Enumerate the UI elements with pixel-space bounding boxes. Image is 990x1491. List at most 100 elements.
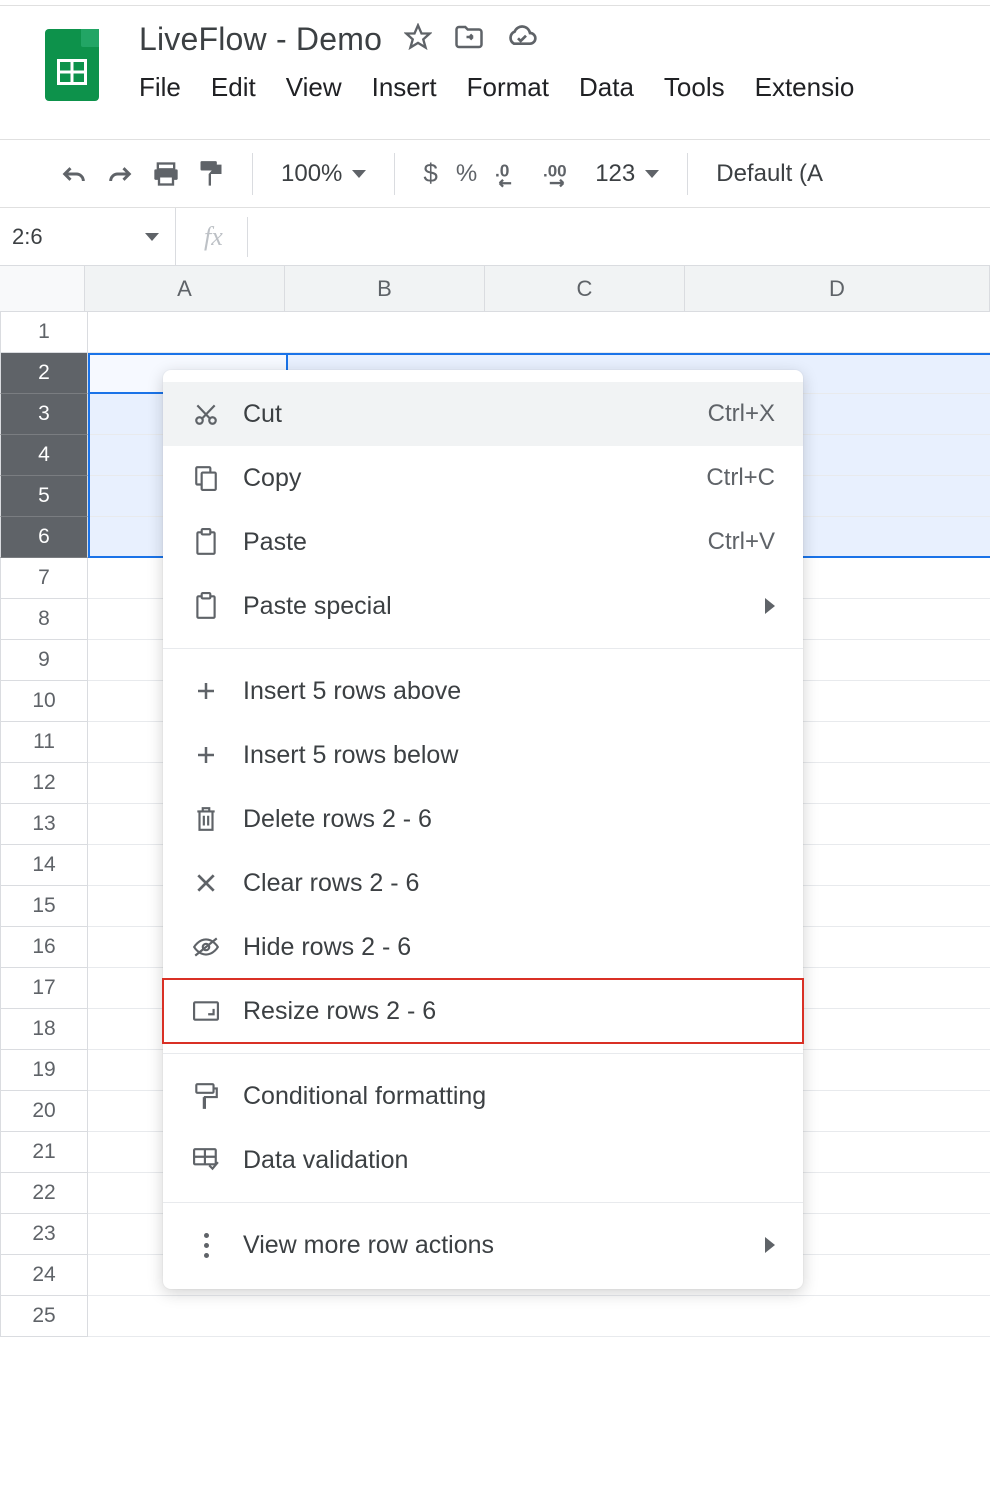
increase-decimal-icon[interactable]: .00 — [543, 160, 577, 188]
row-header[interactable]: 12 — [0, 763, 88, 804]
row-header[interactable]: 23 — [0, 1214, 88, 1255]
fx-icon: fx — [175, 208, 247, 265]
menu-format[interactable]: Format — [467, 72, 549, 103]
row-cells[interactable] — [88, 1296, 990, 1337]
row-header[interactable]: 14 — [0, 845, 88, 886]
menubar: File Edit View Insert Format Data Tools … — [139, 72, 854, 103]
row-1[interactable]: 1 — [0, 312, 990, 353]
menu-data[interactable]: Data — [579, 72, 634, 103]
ctx-data-validation[interactable]: Data validation — [163, 1128, 803, 1192]
column-header-b[interactable]: B — [285, 266, 485, 312]
row-cells[interactable] — [88, 312, 990, 353]
name-box[interactable]: 2:6 — [0, 208, 175, 265]
row-header[interactable]: 7 — [0, 558, 88, 599]
decrease-decimal-icon[interactable]: .0 — [495, 160, 525, 188]
row-header[interactable]: 17 — [0, 968, 88, 1009]
name-box-value: 2:6 — [12, 224, 43, 250]
row-header[interactable]: 25 — [0, 1296, 88, 1337]
row-header[interactable]: 16 — [0, 927, 88, 968]
move-to-folder-icon[interactable] — [454, 24, 484, 55]
row-header[interactable]: 9 — [0, 640, 88, 681]
column-headers[interactable]: A B C D — [85, 266, 990, 312]
row-25[interactable]: 25 — [0, 1296, 990, 1337]
row-header[interactable]: 21 — [0, 1132, 88, 1173]
row-header[interactable]: 4 — [0, 435, 88, 476]
row-header[interactable]: 3 — [0, 394, 88, 435]
formula-bar: 2:6 fx — [0, 208, 990, 266]
close-icon — [191, 872, 221, 894]
print-icon[interactable] — [152, 161, 180, 187]
ctx-hide-rows[interactable]: Hide rows 2 - 6 — [163, 915, 803, 979]
sheets-logo-icon[interactable] — [45, 29, 99, 101]
ctx-copy[interactable]: Copy Ctrl+C — [163, 446, 803, 510]
row-header[interactable]: 6 — [0, 517, 88, 558]
row-header[interactable]: 22 — [0, 1173, 88, 1214]
row-header[interactable]: 24 — [0, 1255, 88, 1296]
hide-icon — [191, 936, 221, 958]
paste-icon — [191, 592, 221, 620]
row-header[interactable]: 1 — [0, 312, 88, 353]
zoom-value: 100% — [281, 160, 342, 188]
trash-icon — [191, 806, 221, 832]
column-header-c[interactable]: C — [485, 266, 685, 312]
ctx-resize-rows[interactable]: Resize rows 2 - 6 — [163, 979, 803, 1043]
chevron-down-icon — [145, 233, 159, 241]
undo-icon[interactable] — [60, 163, 88, 185]
ctx-cut[interactable]: Cut Ctrl+X — [163, 382, 803, 446]
row-header[interactable]: 19 — [0, 1050, 88, 1091]
copy-icon — [191, 465, 221, 491]
row-header[interactable]: 11 — [0, 722, 88, 763]
toolbar: 100% $ % .0 .00 123 Default (A — [0, 140, 990, 208]
currency-format-icon[interactable]: $ — [423, 158, 437, 189]
cloud-status-icon[interactable] — [506, 25, 538, 54]
more-icon — [191, 1233, 221, 1258]
row-header[interactable]: 10 — [0, 681, 88, 722]
percent-format-icon[interactable]: % — [456, 160, 477, 188]
chevron-down-icon — [352, 170, 366, 178]
ctx-paste-special[interactable]: Paste special — [163, 574, 803, 638]
more-formats-label: 123 — [595, 160, 635, 188]
menu-extensions[interactable]: Extensio — [755, 72, 855, 103]
row-header[interactable]: 8 — [0, 599, 88, 640]
paint-format-icon[interactable] — [198, 160, 224, 188]
doc-title[interactable]: LiveFlow - Demo — [139, 21, 382, 58]
svg-text:.0: .0 — [495, 160, 509, 180]
star-icon[interactable] — [404, 23, 432, 56]
cut-icon — [191, 401, 221, 427]
resize-icon — [191, 1001, 221, 1021]
paint-roller-icon — [191, 1082, 221, 1110]
menu-file[interactable]: File — [139, 72, 181, 103]
row-header[interactable]: 15 — [0, 886, 88, 927]
ctx-more-actions[interactable]: View more row actions — [163, 1213, 803, 1277]
chevron-down-icon — [645, 170, 659, 178]
redo-icon[interactable] — [106, 163, 134, 185]
row-header[interactable]: 2 — [0, 353, 88, 394]
row-header[interactable]: 5 — [0, 476, 88, 517]
validation-icon — [191, 1148, 221, 1172]
menu-view[interactable]: View — [286, 72, 342, 103]
submenu-arrow-icon — [765, 1237, 775, 1253]
ctx-insert-above[interactable]: Insert 5 rows above — [163, 659, 803, 723]
more-formats-dropdown[interactable]: 123 — [595, 160, 659, 188]
select-all-corner[interactable] — [0, 266, 85, 312]
ctx-delete-rows[interactable]: Delete rows 2 - 6 — [163, 787, 803, 851]
row-header[interactable]: 18 — [0, 1009, 88, 1050]
ctx-conditional-formatting[interactable]: Conditional formatting — [163, 1064, 803, 1128]
column-header-a[interactable]: A — [85, 266, 285, 312]
ctx-clear-rows[interactable]: Clear rows 2 - 6 — [163, 851, 803, 915]
svg-text:.00: .00 — [543, 161, 567, 180]
row-header[interactable]: 13 — [0, 804, 88, 845]
menu-insert[interactable]: Insert — [372, 72, 437, 103]
docs-header: LiveFlow - Demo File Edit View Insert Fo… — [0, 5, 990, 140]
context-menu: Cut Ctrl+X Copy Ctrl+C Paste Ctrl+V Past… — [163, 370, 803, 1289]
zoom-dropdown[interactable]: 100% — [281, 160, 366, 188]
menu-tools[interactable]: Tools — [664, 72, 725, 103]
ctx-paste[interactable]: Paste Ctrl+V — [163, 510, 803, 574]
submenu-arrow-icon — [765, 598, 775, 614]
ctx-insert-below[interactable]: Insert 5 rows below — [163, 723, 803, 787]
column-header-d[interactable]: D — [685, 266, 990, 312]
menu-edit[interactable]: Edit — [211, 72, 256, 103]
font-dropdown[interactable]: Default (A — [716, 160, 823, 188]
row-header[interactable]: 20 — [0, 1091, 88, 1132]
plus-icon — [191, 743, 221, 767]
